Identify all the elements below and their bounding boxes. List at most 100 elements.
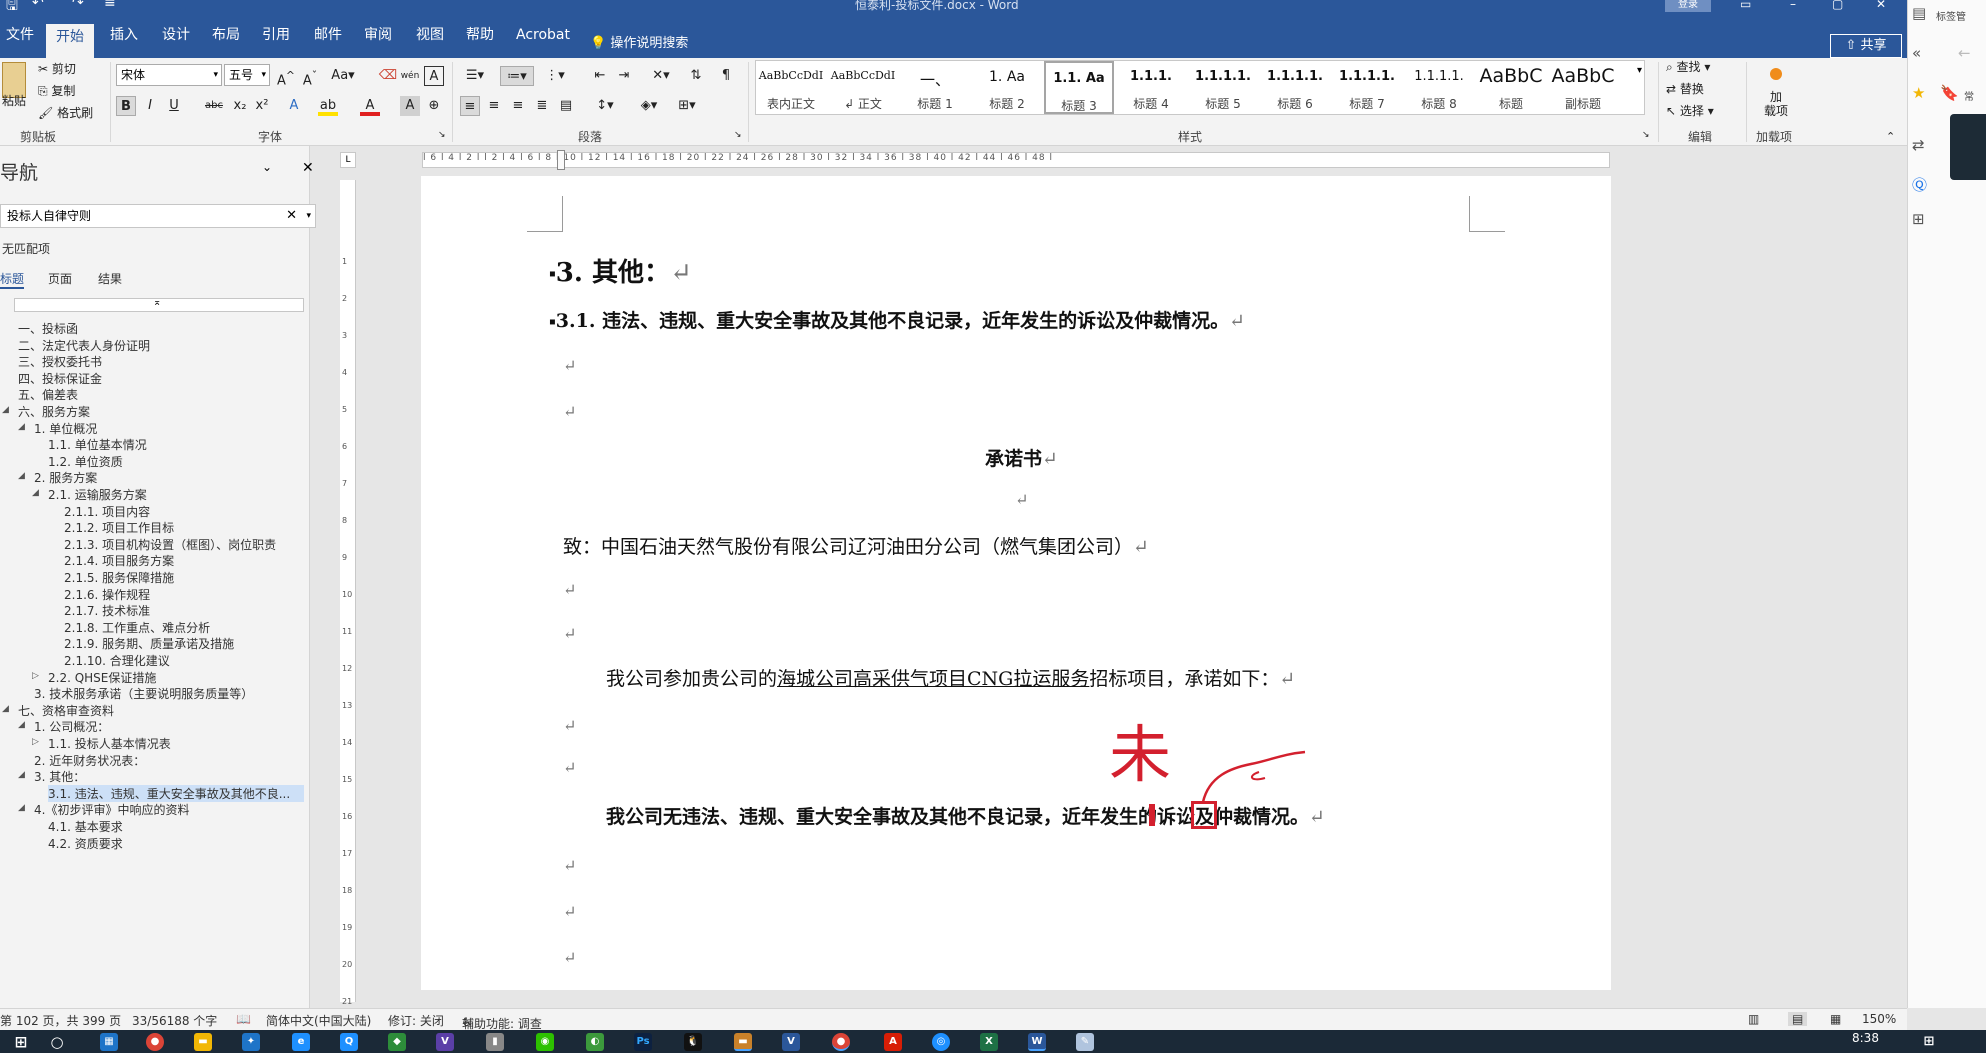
add-icon[interactable]: ⊞	[1912, 210, 1925, 228]
nav-heading-item[interactable]: 2.1.6. 操作规程	[64, 586, 150, 603]
nav-heading-item[interactable]: 3. 技术服务承诺（主要说明服务质量等）	[34, 685, 253, 702]
expand-triangle-icon[interactable]: ◢	[18, 803, 25, 813]
tab-design[interactable]: 设计	[158, 22, 194, 48]
track-changes-status[interactable]: 修订: 关闭	[388, 1012, 444, 1029]
nav-heading-item[interactable]: 2.1.2. 项目工作目标	[64, 519, 174, 536]
nav-heading-item[interactable]: 五、偏差表	[18, 386, 78, 403]
strikethrough-button[interactable]: abc	[204, 96, 224, 116]
web-layout-icon[interactable]: ▦	[1830, 1012, 1841, 1026]
dialog-launcher-icon[interactable]: ↘	[438, 130, 446, 140]
expand-triangle-icon[interactable]: ◢	[2, 704, 9, 714]
swap-icon[interactable]: ⇄	[1912, 136, 1925, 154]
side-tab[interactable]	[1950, 114, 1986, 180]
copy-button[interactable]: ⎘ 复制	[38, 82, 75, 99]
doc-commitment-title[interactable]: 承诺书↵	[985, 444, 1058, 471]
horizontal-ruler[interactable]: l 6 l 4 l 2 l l 2 l 4 l 6 l 8 l 10 l 12 …	[422, 152, 1610, 168]
tab-file[interactable]: 文件	[2, 22, 38, 48]
chevron-down-icon[interactable]: ⌄	[262, 160, 272, 174]
tab-help[interactable]: 帮助	[462, 22, 498, 48]
nav-tab-pages[interactable]: 页面	[48, 270, 72, 287]
expand-triangle-icon[interactable]: ◢	[32, 488, 39, 498]
nav-heading-item[interactable]: 三、授权委托书	[18, 353, 102, 370]
nav-heading-item[interactable]: 2.1.1. 项目内容	[64, 503, 150, 520]
enclose-characters-button[interactable]: ⊕	[424, 96, 444, 116]
change-case-icon[interactable]: Aa▾	[328, 66, 358, 86]
paste-button[interactable]: 粘贴	[2, 92, 26, 109]
photoshop-icon[interactable]: Ps	[634, 1033, 652, 1051]
search-icon[interactable]: ○	[48, 1033, 66, 1051]
nav-heading-item[interactable]: 2.1.4. 项目服务方案	[64, 552, 174, 569]
nav-heading-item[interactable]: 二、法定代表人身份证明	[18, 337, 150, 354]
superscript-button[interactable]: x²	[252, 96, 272, 116]
nav-heading-item[interactable]: 1. 单位概况	[34, 420, 97, 437]
read-mode-icon[interactable]: ▥	[1748, 1012, 1759, 1026]
nav-heading-item[interactable]: 4.1. 基本要求	[48, 818, 123, 835]
tab-insert[interactable]: 插入	[106, 22, 142, 48]
multilevel-list-icon[interactable]: ⋮▾	[540, 66, 570, 86]
nav-heading-item[interactable]: 一、投标函	[18, 320, 78, 337]
close-icon[interactable]: ✕	[302, 160, 314, 176]
style-item[interactable]: AaBbC 标题	[1476, 61, 1546, 114]
green-app-icon[interactable]: ◐	[586, 1033, 604, 1051]
chinese-layout-icon[interactable]: ✕▾	[646, 66, 676, 86]
nav-heading-item[interactable]: 3. 其他：	[34, 768, 85, 785]
tool-icon[interactable]: ✎	[1076, 1033, 1094, 1051]
document-page[interactable]: ▪3. 其他：↵ ▪3.1. 违法、违规、重大安全事故及其他不良记录，近年发生的…	[421, 176, 1611, 990]
visual-studio-icon[interactable]: V	[436, 1033, 454, 1051]
expand-triangle-icon[interactable]: ◢	[2, 405, 9, 415]
text-effects-button[interactable]: A	[284, 96, 304, 116]
visio-icon[interactable]: V	[782, 1033, 800, 1051]
expand-triangle-icon[interactable]: ◢	[18, 770, 25, 780]
doc-addressee[interactable]: 致：中国石油天然气股份有限公司辽河油田分公司（燃气集团公司）↵	[563, 532, 1149, 559]
folder-icon[interactable]: ▬	[734, 1033, 752, 1051]
indent-marker[interactable]	[557, 150, 565, 170]
dialog-launcher-icon[interactable]: ↘	[1642, 130, 1650, 140]
style-item[interactable]: 1.1.1.1. 标题 8	[1404, 61, 1474, 114]
cut-button[interactable]: ✂ 剪切	[38, 60, 76, 77]
collapse-ribbon-icon[interactable]: ⌃	[1886, 130, 1895, 143]
nav-heading-item[interactable]: 2.1.10. 合理化建议	[64, 652, 170, 669]
notepad-icon[interactable]: ▮	[486, 1033, 504, 1051]
tab-review[interactable]: 审阅	[360, 22, 396, 48]
character-border-icon[interactable]: A	[424, 66, 444, 86]
redo-icon[interactable]: ↷	[72, 0, 84, 11]
nav-heading-item[interactable]: 2.1.8. 工作重点、难点分析	[64, 619, 210, 636]
addins-button-line2[interactable]: 载项	[1764, 102, 1788, 119]
doc-heading-31[interactable]: ▪3.1. 违法、违规、重大安全事故及其他不良记录，近年发生的诉讼及仲裁情况。↵	[549, 306, 1245, 333]
doc-statement[interactable]: 我公司无违法、违规、重大安全事故及其他不良记录，近年发生的诉讼及仲裁情况。↵	[606, 802, 1325, 829]
edge-icon[interactable]: e	[292, 1033, 310, 1051]
login-button[interactable]: 登录	[1665, 0, 1711, 12]
chrome-icon[interactable]: ●	[146, 1033, 164, 1051]
style-item[interactable]: 一、 标题 1	[900, 61, 970, 114]
undo-icon[interactable]: ↶	[32, 0, 44, 11]
align-right-icon[interactable]: ≡	[508, 96, 528, 116]
windows-start-icon[interactable]: ⊞	[12, 1033, 30, 1051]
nav-tab-results[interactable]: 结果	[98, 270, 122, 287]
highlight-button[interactable]: ab	[318, 96, 338, 116]
underline-button[interactable]: U	[164, 96, 184, 116]
minimize-icon[interactable]: –	[1790, 0, 1796, 11]
expand-triangle-icon[interactable]: ◢	[18, 720, 25, 730]
nav-heading-item[interactable]: 2.1. 运输服务方案	[48, 486, 147, 503]
clear-format-icon[interactable]: ⌫	[378, 66, 398, 86]
sort-icon[interactable]: ⇅	[686, 66, 706, 86]
clock[interactable]: 8:38	[1852, 1031, 1879, 1045]
tab-home[interactable]: 开始	[46, 24, 94, 58]
style-item[interactable]: 1.1.1.1. 标题 5	[1188, 61, 1258, 114]
excel-icon[interactable]: X	[980, 1033, 998, 1051]
zoom-level[interactable]: 150%	[1862, 1012, 1896, 1026]
nav-heading-item[interactable]: 3.1. 违法、违规、重大安全事故及其他不良...	[48, 784, 304, 802]
tab-layout[interactable]: 布局	[208, 22, 244, 48]
style-item[interactable]: 1. Aa 标题 2	[972, 61, 1042, 114]
settings-icon[interactable]: ✦	[242, 1033, 260, 1051]
customize-icon[interactable]: ≡	[104, 0, 116, 11]
subscript-button[interactable]: x₂	[230, 96, 250, 116]
doc-heading-3[interactable]: ▪3. 其他：↵	[549, 252, 692, 289]
style-item[interactable]: 1.1.1. 标题 4	[1116, 61, 1186, 114]
close-icon[interactable]: ✕	[1876, 0, 1886, 11]
shading-icon[interactable]: ◈▾	[634, 96, 664, 116]
line-spacing-icon[interactable]: ↕▾	[590, 96, 620, 116]
back-arrow-icon[interactable]: ←	[1958, 44, 1971, 62]
bold-button[interactable]: B	[116, 96, 136, 116]
tell-me-search[interactable]: 💡 操作说明搜索	[590, 32, 688, 51]
